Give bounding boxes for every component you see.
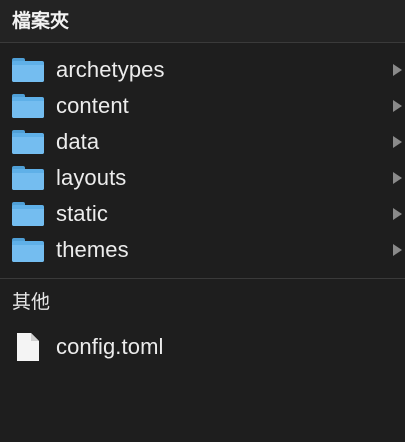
file-browser-panel: 檔案夾 archetypes content data layouts stat… — [0, 0, 405, 442]
folder-icon — [12, 202, 44, 226]
folder-list: archetypes content data layouts static t… — [0, 43, 405, 268]
folder-label: data — [56, 129, 100, 154]
folder-row-layouts[interactable]: layouts — [0, 160, 405, 196]
folder-icon — [12, 94, 44, 118]
folder-label: layouts — [56, 165, 127, 190]
file-row-config-toml[interactable]: config.toml — [0, 328, 405, 366]
folder-row-themes[interactable]: themes — [0, 232, 405, 268]
folder-row-archetypes[interactable]: archetypes — [0, 52, 405, 88]
folder-label: content — [56, 93, 129, 118]
folder-label: static — [56, 201, 108, 226]
chevron-right-icon[interactable] — [393, 208, 402, 220]
folders-section-header: 檔案夾 — [0, 0, 405, 43]
section-divider — [0, 278, 405, 279]
folder-icon — [12, 58, 44, 82]
document-icon — [16, 332, 40, 362]
folder-label: archetypes — [56, 57, 165, 82]
folder-row-static[interactable]: static — [0, 196, 405, 232]
folder-icon — [12, 166, 44, 190]
other-section-header: 其他 — [12, 292, 51, 313]
chevron-right-icon[interactable] — [393, 100, 402, 112]
chevron-right-icon[interactable] — [393, 64, 402, 76]
chevron-right-icon[interactable] — [393, 136, 402, 148]
folder-icon — [12, 130, 44, 154]
file-label: config.toml — [56, 334, 164, 359]
folder-icon — [12, 238, 44, 262]
folder-row-content[interactable]: content — [0, 88, 405, 124]
folder-label: themes — [56, 237, 129, 262]
chevron-right-icon[interactable] — [393, 172, 402, 184]
chevron-right-icon[interactable] — [393, 244, 402, 256]
folder-row-data[interactable]: data — [0, 124, 405, 160]
